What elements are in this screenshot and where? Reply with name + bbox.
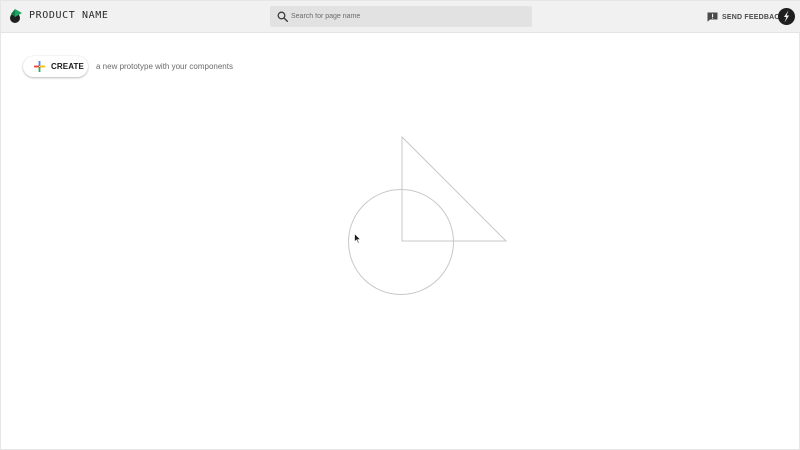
- top-app-bar: PRODUCT NAME SEND FEEDBACK: [1, 1, 800, 33]
- plus-icon: [34, 61, 45, 72]
- create-hint-text: a new prototype with your components: [96, 62, 233, 71]
- app-logo-icon[interactable]: [9, 8, 23, 24]
- illustration-circle: [348, 189, 454, 295]
- app-window: PRODUCT NAME SEND FEEDBACK: [0, 0, 800, 450]
- empty-state-illustration: [348, 135, 508, 295]
- feedback-icon: [707, 12, 718, 22]
- create-button[interactable]: CREATE: [23, 56, 88, 77]
- create-button-label: CREATE: [51, 62, 84, 71]
- product-name: PRODUCT NAME: [29, 10, 109, 21]
- search-input[interactable]: [291, 9, 523, 24]
- send-feedback-label: SEND FEEDBACK: [722, 13, 785, 21]
- account-avatar[interactable]: [778, 8, 795, 25]
- illustration-triangle: [401, 135, 508, 242]
- search-icon: [277, 11, 288, 22]
- account-avatar-icon: [784, 10, 789, 23]
- mouse-cursor-icon: [354, 233, 362, 244]
- send-feedback-button[interactable]: SEND FEEDBACK: [707, 10, 785, 24]
- search-bar[interactable]: [270, 6, 532, 27]
